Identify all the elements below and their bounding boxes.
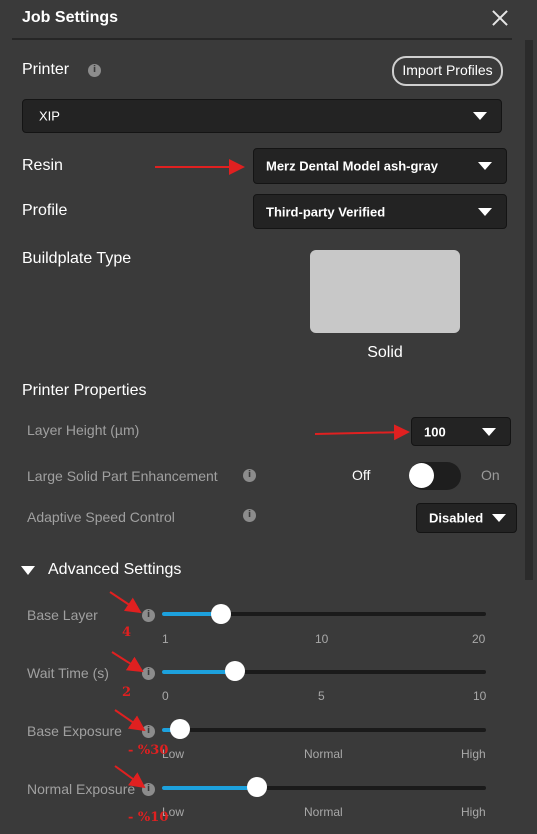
base-exposure-arrow bbox=[114, 709, 146, 732]
normal-exposure-arrow bbox=[114, 765, 146, 789]
annotation-arrows bbox=[109, 159, 410, 789]
wait-time-arrow bbox=[111, 651, 144, 673]
base-layer-arrow bbox=[109, 591, 142, 614]
layer-height-arrow bbox=[314, 424, 410, 441]
